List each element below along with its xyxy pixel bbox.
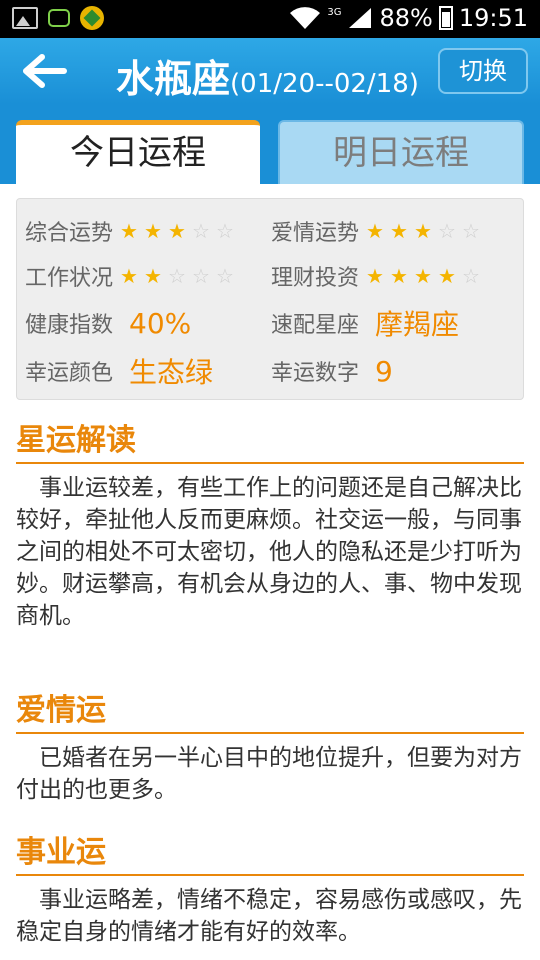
lucky-number-row: 幸运数字 9 <box>271 351 393 391</box>
star-filled-icon: ★ <box>120 264 138 288</box>
switch-button[interactable]: 切换 <box>438 48 528 94</box>
star-empty-icon: ☆ <box>168 264 186 288</box>
signal-icon <box>349 8 372 28</box>
match-sign-value: 摩羯座 <box>375 308 460 341</box>
health-index-label: 健康指数 <box>25 313 114 338</box>
finance-row: 理财投资 ★ ★ ★ ★ ☆ <box>271 256 483 296</box>
star-filled-icon: ★ <box>390 264 408 288</box>
star-filled-icon: ★ <box>390 219 408 243</box>
work-status-row: 工作状况 ★ ★ ☆ ☆ ☆ <box>25 256 237 296</box>
work-status-stars: ★ ★ ☆ ☆ ☆ <box>117 264 237 288</box>
love-fortune-stars: ★ ★ ★ ☆ ☆ <box>363 219 483 243</box>
title-bar: 水瓶座(01/20--02/18) 切换 <box>0 38 540 104</box>
gallery-icon <box>12 7 38 29</box>
star-empty-icon: ☆ <box>192 264 210 288</box>
match-sign-row: 速配星座 摩羯座 <box>271 303 459 343</box>
battery-percent: 88% <box>379 4 433 32</box>
star-filled-icon: ★ <box>414 219 432 243</box>
overall-fortune-label: 综合运势 <box>25 221 114 246</box>
tab-bar: 今日运程 明日运程 <box>0 104 540 184</box>
section-title: 星运解读 <box>16 420 524 464</box>
fortune-summary-panel: 综合运势 ★ ★ ★ ☆ ☆ 爱情运势 ★ ★ ★ ☆ ☆ 工作状况 ★ ★ ☆ ☆ ☆ 理财投资 ★ ★… <box>16 198 524 400</box>
match-sign-label: 速配星座 <box>271 313 360 338</box>
chat-icon <box>48 9 70 27</box>
section-interpretation: 星运解读 事业运较差，有些工作上的问题还是自己解决比较好，牵扯他人反而更麻烦。社… <box>16 420 524 632</box>
star-filled-icon: ★ <box>438 264 456 288</box>
health-index-value: 40% <box>129 306 192 340</box>
star-filled-icon: ★ <box>168 219 186 243</box>
status-bar: 3G 88% 19:51 <box>0 0 540 38</box>
star-empty-icon: ☆ <box>462 264 480 288</box>
love-fortune-label: 爱情运势 <box>271 221 360 246</box>
network-type-label: 3G <box>327 6 342 18</box>
lucky-number-label: 幸运数字 <box>271 361 360 386</box>
battery-icon <box>438 6 453 30</box>
wifi-icon <box>289 6 321 30</box>
work-status-label: 工作状况 <box>25 266 114 291</box>
finance-stars: ★ ★ ★ ★ ☆ <box>363 264 483 288</box>
overall-fortune-stars: ★ ★ ★ ☆ ☆ <box>117 219 237 243</box>
overall-fortune-row: 综合运势 ★ ★ ★ ☆ ☆ <box>25 211 237 251</box>
section-love: 爱情运 已婚者在另一半心目中的地位提升，但要为对方付出的也更多。 <box>16 690 524 806</box>
star-empty-icon: ☆ <box>438 219 456 243</box>
back-button[interactable] <box>22 52 68 90</box>
lucky-color-label: 幸运颜色 <box>25 361 114 386</box>
star-filled-icon: ★ <box>366 264 384 288</box>
section-title: 事业运 <box>16 832 524 876</box>
section-body: 事业运略差，情绪不稳定，容易感伤或感叹，先稳定自身的情绪才能有好的效率。 <box>16 887 522 945</box>
tab-tomorrow[interactable]: 明日运程 <box>278 120 524 184</box>
section-title: 爱情运 <box>16 690 524 734</box>
section-body: 事业运较差，有些工作上的问题还是自己解决比较好，牵扯他人反而更麻烦。社交运一般，… <box>16 475 522 629</box>
star-filled-icon: ★ <box>144 219 162 243</box>
star-empty-icon: ☆ <box>216 219 234 243</box>
star-filled-icon: ★ <box>366 219 384 243</box>
star-empty-icon: ☆ <box>462 219 480 243</box>
system-status: 3G 88% 19:51 <box>289 4 528 32</box>
lucky-color-value: 生态绿 <box>129 356 214 389</box>
star-empty-icon: ☆ <box>216 264 234 288</box>
star-filled-icon: ★ <box>120 219 138 243</box>
star-filled-icon: ★ <box>414 264 432 288</box>
sign-name: 水瓶座 <box>116 57 231 101</box>
health-index-row: 健康指数 40% <box>25 303 191 343</box>
game-icon <box>80 6 104 30</box>
tab-today[interactable]: 今日运程 <box>16 120 260 184</box>
star-filled-icon: ★ <box>144 264 162 288</box>
section-body: 已婚者在另一半心目中的地位提升，但要为对方付出的也更多。 <box>16 745 522 803</box>
clock: 19:51 <box>458 4 528 32</box>
lucky-color-row: 幸运颜色 生态绿 <box>25 351 213 391</box>
lucky-number-value: 9 <box>375 354 393 388</box>
finance-label: 理财投资 <box>271 266 360 291</box>
notification-icons <box>12 6 104 30</box>
page-title: 水瓶座(01/20--02/18) <box>116 48 419 103</box>
star-empty-icon: ☆ <box>192 219 210 243</box>
sign-date-range: (01/20--02/18) <box>230 69 419 99</box>
section-career: 事业运 事业运略差，情绪不稳定，容易感伤或感叹，先稳定自身的情绪才能有好的效率。 <box>16 832 524 948</box>
love-fortune-row: 爱情运势 ★ ★ ★ ☆ ☆ <box>271 211 483 251</box>
back-arrow-icon <box>23 54 67 88</box>
